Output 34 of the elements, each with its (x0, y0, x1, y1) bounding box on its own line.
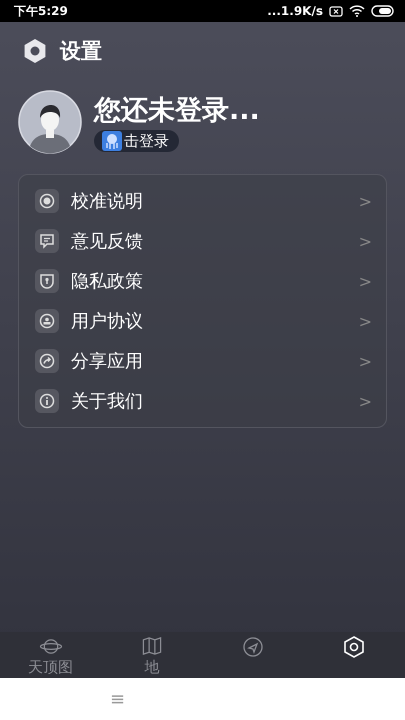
network-speed: ...1.9K/s (267, 4, 323, 18)
settings-icon (342, 636, 366, 658)
avatar-icon (18, 90, 82, 154)
menu-item[interactable]: 隐私政策 (71, 269, 359, 293)
chevron-icon: > (358, 232, 372, 250)
page-title: 设置 (60, 38, 102, 65)
tab[interactable]: 地 (101, 632, 202, 678)
planet-icon (38, 636, 63, 657)
person-icon (35, 309, 59, 333)
chevron-icon: > (358, 352, 372, 370)
mascot-icon (102, 131, 122, 151)
share-icon (35, 349, 59, 373)
tab[interactable]: 天顶图 (0, 632, 102, 678)
menu-item[interactable]: 校准说明 (71, 189, 359, 213)
status-time: 下午5:29 (14, 2, 68, 20)
battery-icon (371, 5, 395, 17)
chevron-icon: > (358, 392, 372, 410)
menu-item[interactable]: 意见反馈 (71, 229, 359, 253)
target-icon (35, 189, 59, 213)
login-status: 您还未登录... (94, 94, 260, 128)
info-icon (35, 389, 59, 413)
navigation-icon (241, 636, 266, 658)
wifi-icon (349, 5, 365, 17)
menu-item[interactable]: 用户协议 (71, 309, 359, 333)
menu-item[interactable]: 分享应用 (71, 349, 359, 373)
login-button[interactable]: 击登录 (94, 130, 179, 152)
settings-icon (22, 38, 48, 64)
sim-icon (329, 6, 343, 16)
chevron-icon: > (358, 192, 372, 210)
menu-item[interactable]: 关于我们 (71, 389, 359, 413)
shield-icon (35, 269, 59, 293)
chat-icon (35, 229, 59, 253)
chevron-icon: > (358, 312, 372, 330)
chevron-icon: > (358, 272, 372, 290)
